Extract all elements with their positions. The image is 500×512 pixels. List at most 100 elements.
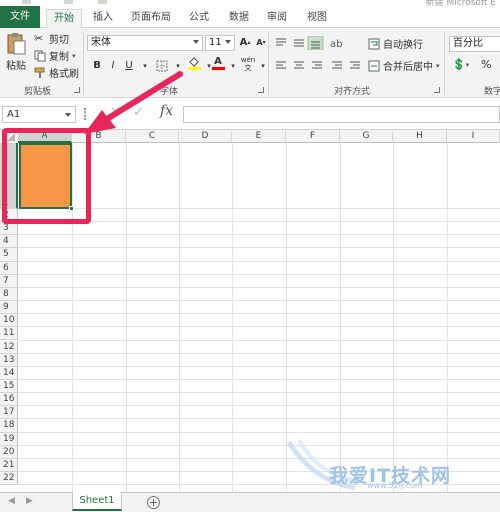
name-box-value: A1 [7,109,21,120]
annotation-arrow [84,71,183,134]
font-color-icon: A [214,56,222,67]
merge-dropdown-icon[interactable]: ▾ [436,62,440,70]
font-color-button[interactable]: A [210,56,226,71]
undo-icon[interactable] [64,0,73,4]
group-divider [444,32,445,94]
row-header-9[interactable]: 9 [0,301,18,315]
svg-text:ab↗: ab↗ [330,39,344,50]
phonetic-button[interactable]: wén 文 [240,56,256,72]
name-box[interactable]: A1 [2,106,76,123]
grid-row-line [18,286,500,288]
row-header-8[interactable]: 8 [0,287,18,302]
row-header-17[interactable]: 17 [0,406,18,420]
ribbon-tabs: 文件 开始 插入 页面布局 公式 数据 审阅 视图 [0,6,500,28]
row-header-19[interactable]: 19 [0,432,18,446]
formula-input[interactable] [183,106,500,123]
row-header-20[interactable]: 20 [0,445,18,459]
fill-color-button[interactable] [186,56,202,71]
paint-bucket-icon [189,57,199,67]
grid-row-line [18,378,500,380]
grid-column-line [179,143,180,492]
column-header-g[interactable]: G [340,130,393,143]
row-header-18[interactable]: 18 [0,419,18,433]
font-color-dropdown-icon[interactable]: ▾ [225,58,241,73]
row-header-10[interactable]: 10 [0,314,18,328]
grow-font-button[interactable]: A ▴ [237,35,253,50]
column-header-h[interactable]: H [393,130,447,143]
merge-cells-icon [368,60,380,71]
percent-icon: % [481,58,492,71]
column-header-i[interactable]: I [447,130,500,143]
format-painter-icon [34,67,45,78]
shrink-font-button[interactable]: A ▾ [253,35,269,50]
font-color-swatch [211,67,225,70]
row-header-4[interactable]: 4 [0,235,18,249]
grid-column-line [126,143,127,492]
font-launcher-icon[interactable] [258,87,264,93]
tab-data[interactable]: 数据 [224,9,254,28]
add-sheet-icon[interactable]: + [147,496,160,509]
row-header-6[interactable]: 6 [0,261,18,275]
row-header-3[interactable]: 3 [0,222,18,236]
font-size-combo[interactable]: 11 [205,35,235,51]
row-header-13[interactable]: 13 [0,353,18,367]
font-name-combo[interactable]: 宋体 [87,35,203,51]
watermark: 我爱IT技术网 www.52ij.com [285,438,500,492]
grid-row-line [18,339,500,341]
group-divider [268,32,269,94]
cut-button[interactable]: ✂ 剪切 [34,31,69,46]
grid-row-line [18,234,500,236]
ribbon: 粘贴 ✂ 剪切 复制 ▾ 格式刷 剪贴板 宋体 11 A ▴ A ▾ B I U ▾… [0,28,500,98]
sheet-tab-sheet1[interactable]: Sheet1 [72,492,122,511]
scroll-left-icon[interactable]: ◀ [8,496,15,506]
horizontal-align-icons[interactable] [274,59,362,73]
merge-center-button[interactable]: 合并后居中 ▾ [368,58,440,73]
tab-insert[interactable]: 插入 [88,9,118,28]
tab-formulas[interactable]: 公式 [184,9,214,28]
row-header-14[interactable]: 14 [0,366,18,380]
merge-center-label: 合并后居中 [383,62,433,73]
tab-home[interactable]: 开始 [46,9,82,28]
row-header-16[interactable]: 16 [0,393,18,407]
redo-icon[interactable] [98,0,107,4]
font-size-value: 11 [209,37,222,48]
row-header-11[interactable]: 11 [0,327,18,341]
tab-page-layout[interactable]: 页面布局 [126,9,176,28]
grid-row-line [18,260,500,262]
paste-button[interactable]: 粘贴 [4,32,28,72]
copy-dropdown-icon[interactable]: ▾ [72,52,76,60]
row-header-21[interactable]: 21 [0,458,18,472]
row-header-5[interactable]: 5 [0,248,18,262]
grid-row-line [18,365,500,367]
grid-row-line [18,418,500,420]
sheet-tab-bar: ◀ ▶ Sheet1 + [0,492,500,512]
tab-review[interactable]: 审阅 [262,9,292,28]
scroll-right-icon[interactable]: ▶ [26,496,33,506]
percent-button[interactable]: % [481,58,491,71]
row-header-7[interactable]: 7 [0,274,18,288]
grid-row-line [18,326,500,328]
grid-row-line [18,300,500,302]
format-painter-button[interactable]: 格式刷 [34,65,79,80]
chevron-down-icon [225,40,231,44]
row-header-22[interactable]: 22 [0,472,18,486]
accounting-format-button[interactable]: 💲 ▾ [452,58,469,71]
paste-label: 粘贴 [6,61,26,72]
tab-file[interactable]: 文件 [0,6,40,28]
tab-view[interactable]: 视图 [302,9,332,28]
copy-icon [34,50,46,61]
column-header-f[interactable]: F [286,130,340,143]
copy-button[interactable]: 复制 ▾ [34,48,76,63]
row-header-12[interactable]: 12 [0,340,18,354]
alignment-launcher-icon[interactable] [434,87,440,93]
wrap-text-button[interactable]: 自动换行 [368,36,423,51]
grid-column-line [232,143,233,492]
column-header-e[interactable]: E [232,130,286,143]
vertical-align-icons[interactable]: ab↗ [274,36,344,50]
watermark-url: www.52ij.com [367,481,423,490]
row-header-15[interactable]: 15 [0,379,18,394]
number-format-combo[interactable]: 百分比 [449,36,500,52]
format-painter-label: 格式刷 [49,69,79,80]
formula-bar: A1 ✕ ✓ fx [0,98,500,130]
save-icon[interactable] [22,0,31,4]
